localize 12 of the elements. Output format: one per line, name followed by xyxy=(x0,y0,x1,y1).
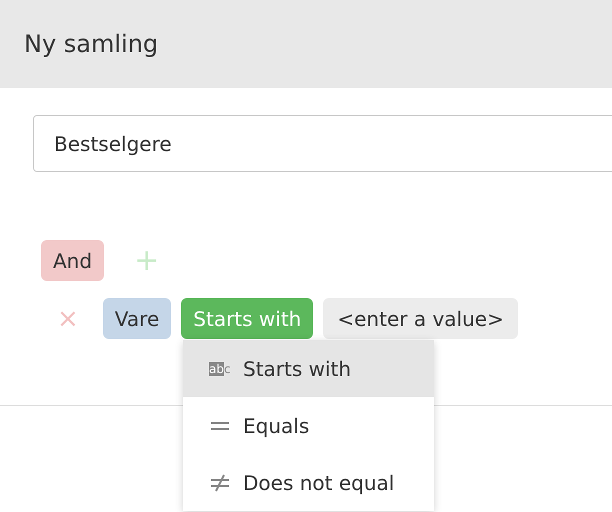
option-label: Equals xyxy=(243,414,310,438)
name-input-field[interactable]: Bestselgere xyxy=(33,115,612,172)
page-title: Ny samling xyxy=(24,30,158,58)
menu-option[interactable]: abc Starts with xyxy=(183,340,434,397)
value-chip[interactable]: <enter a value> xyxy=(323,298,518,339)
option-label: Starts with xyxy=(243,356,352,380)
operator-chip[interactable]: And xyxy=(41,240,104,281)
option-label: Does not equal xyxy=(243,470,394,494)
menu-option[interactable]: Does not equal xyxy=(183,454,434,511)
menu-option[interactable]: Equals xyxy=(183,397,434,454)
field-chip[interactable]: Vare xyxy=(102,298,172,339)
not-equal-icon xyxy=(209,474,231,492)
